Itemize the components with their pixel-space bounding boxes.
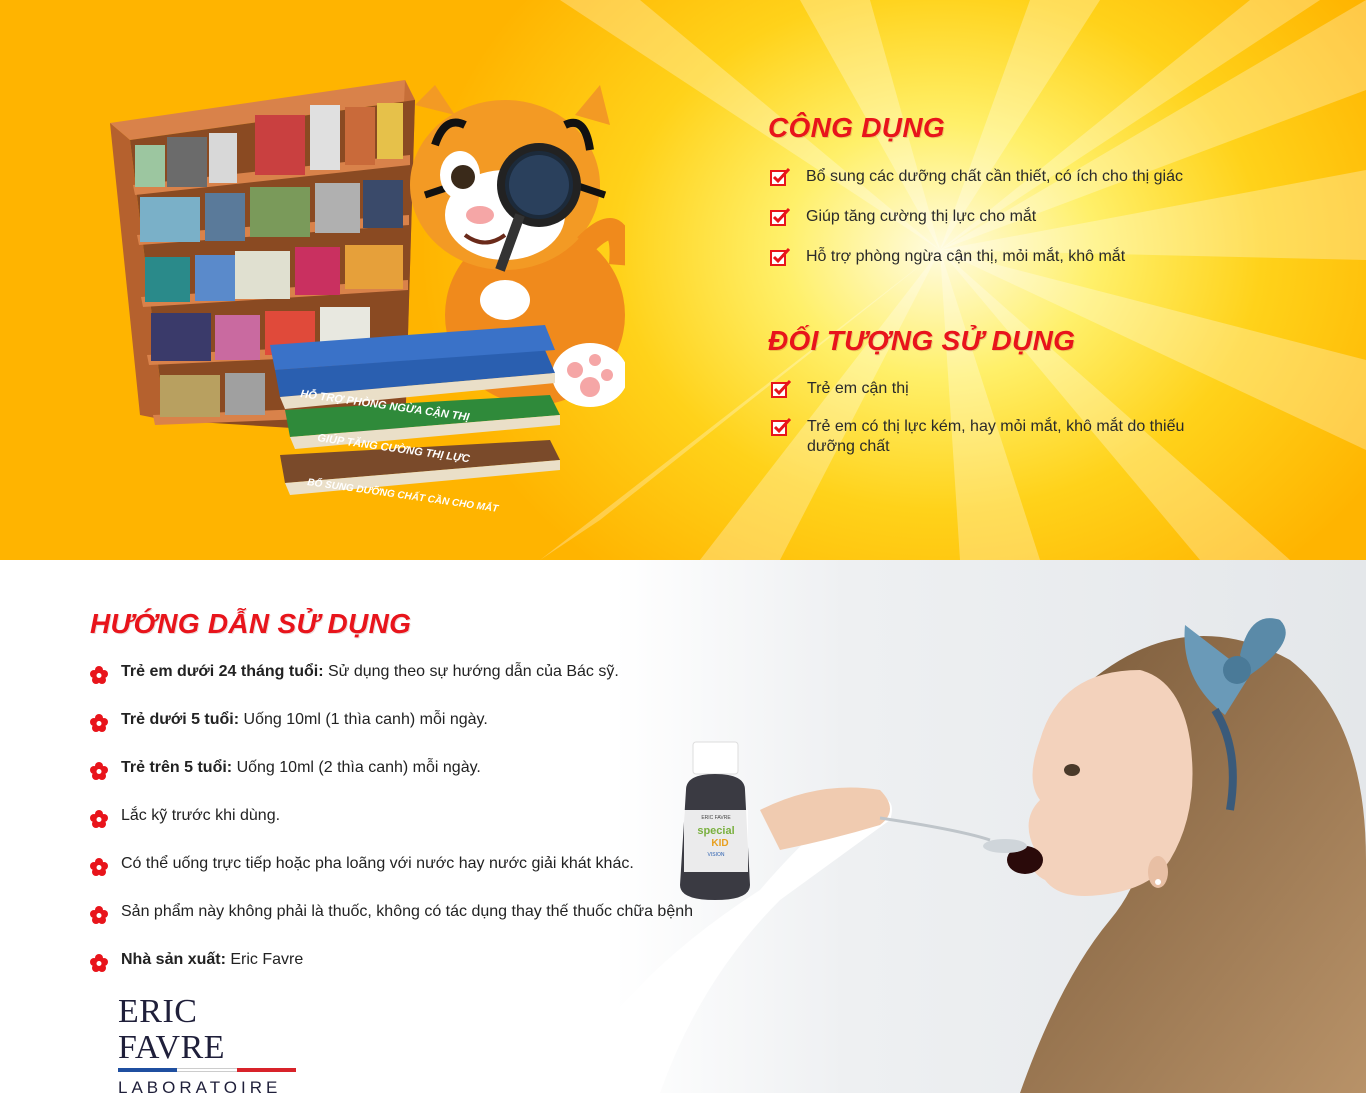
- flag-blue: [118, 1068, 178, 1072]
- instruction-text: Sản phẩm này không phải là thuốc, không …: [121, 903, 694, 920]
- bottle-brand: ERIC FAVRE: [701, 815, 731, 821]
- red-flower-bullet-icon: [90, 858, 108, 876]
- instruction-item: Trẻ em dưới 24 tháng tuổi: Sử dụng theo …: [90, 660, 693, 708]
- eric-favre-logo: ERIC FAVRE LABORATOIRE: [118, 994, 298, 1093]
- checkbox-checked-icon: [771, 380, 791, 398]
- instructions-list: Trẻ em dưới 24 tháng tuổi: Sử dụng theo …: [90, 660, 693, 996]
- benefit-text: Bổ sung các dưỡng chất cần thiết, có ích…: [806, 168, 1183, 185]
- instruction-text: Có thể uống trực tiếp hoặc pha loãng với…: [121, 855, 634, 872]
- benefit-item: Bổ sung các dưỡng chất cần thiết, có ích…: [770, 167, 1250, 207]
- target-user-text: Trẻ em cận thị: [807, 380, 909, 397]
- red-flower-bullet-icon: [90, 666, 108, 684]
- target-users-list: Trẻ em cận thị Trẻ em có thị lực kém, ha…: [771, 379, 1211, 457]
- instruction-text: Sử dụng theo sự hướng dẫn của Bác sỹ.: [323, 663, 619, 680]
- red-flower-bullet-icon: [90, 714, 108, 732]
- red-flower-bullet-icon: [90, 954, 108, 972]
- target-user-item: Trẻ em cận thị: [771, 379, 1211, 417]
- benefits-banner: HỖ TRỢ PHÒNG NGỪA CẬN THỊ GIÚP TĂNG CƯỜN…: [0, 0, 1366, 560]
- logo-subtitle: LABORATOIRE: [118, 1078, 282, 1093]
- book-stack: HỖ TRỢ PHÒNG NGỪA CẬN THỊ GIÚP TĂNG CƯỜN…: [270, 325, 560, 515]
- instruction-item: Nhà sản xuất: Eric Favre: [90, 948, 693, 996]
- red-flower-bullet-icon: [90, 762, 108, 780]
- bottle-name-1: special: [697, 825, 734, 837]
- benefits-title: CÔNG DỤNG: [768, 112, 945, 143]
- checkbox-checked-icon: [770, 248, 790, 266]
- instruction-text: Uống 10ml (1 thìa canh) mỗi ngày.: [239, 711, 488, 728]
- checkbox-checked-icon: [770, 168, 790, 186]
- instruction-label: Nhà sản xuất:: [121, 951, 226, 968]
- target-users-title: ĐỐI TƯỢNG SỬ DỤNG: [768, 325, 1076, 356]
- instruction-text: Uống 10ml (2 thìa canh) mỗi ngày.: [232, 759, 481, 776]
- benefit-item: Giúp tăng cường thị lực cho mắt: [770, 207, 1250, 247]
- instruction-item: Trẻ dưới 5 tuổi: Uống 10ml (1 thìa canh)…: [90, 708, 693, 756]
- red-flower-bullet-icon: [90, 906, 108, 924]
- instruction-item: Có thể uống trực tiếp hoặc pha loãng với…: [90, 852, 693, 900]
- instruction-item: Sản phẩm này không phải là thuốc, không …: [90, 900, 693, 948]
- instruction-text: Eric Favre: [225, 951, 304, 968]
- red-flower-bullet-icon: [90, 810, 108, 828]
- flag-white: [177, 1068, 237, 1072]
- checkbox-checked-icon: [771, 418, 791, 436]
- instruction-label: Trẻ dưới 5 tuổi:: [121, 711, 240, 728]
- benefit-text: Giúp tăng cường thị lực cho mắt: [806, 208, 1037, 225]
- target-user-text: Trẻ em có thị lực kém, hay mỏi mắt, khô …: [807, 418, 1185, 455]
- bottle-name-2: KID: [711, 838, 728, 849]
- instruction-item: Lắc kỹ trước khi dùng.: [90, 804, 693, 852]
- logo-brand: ERIC FAVRE: [118, 993, 226, 1066]
- logo-flag-rule: [118, 1068, 296, 1072]
- instruction-item: Trẻ trên 5 tuổi: Uống 10ml (2 thìa canh)…: [90, 756, 693, 804]
- checkbox-checked-icon: [770, 208, 790, 226]
- usage-section: ERIC FAVRE special KID VISION HƯỚNG DẪN …: [0, 560, 1366, 1093]
- target-user-item: Trẻ em có thị lực kém, hay mỏi mắt, khô …: [771, 417, 1211, 457]
- instruction-label: Trẻ trên 5 tuổi:: [121, 759, 233, 776]
- bookshelf-tiger-illustration: HỖ TRỢ PHÒNG NGỪA CẬN THỊ GIÚP TĂNG CƯỜN…: [110, 80, 625, 515]
- flag-red: [236, 1068, 296, 1072]
- instruction-text: Lắc kỹ trước khi dùng.: [121, 807, 281, 824]
- instructions-title: HƯỚNG DẪN SỬ DỤNG: [90, 608, 412, 639]
- instruction-label: Trẻ em dưới 24 tháng tuổi:: [121, 663, 324, 680]
- bottle-variant: VISION: [708, 852, 725, 858]
- benefits-list: Bổ sung các dưỡng chất cần thiết, có ích…: [770, 167, 1250, 287]
- benefit-text: Hỗ trợ phòng ngừa cận thị, mỏi mắt, khô …: [806, 248, 1126, 265]
- benefit-item: Hỗ trợ phòng ngừa cận thị, mỏi mắt, khô …: [770, 247, 1250, 287]
